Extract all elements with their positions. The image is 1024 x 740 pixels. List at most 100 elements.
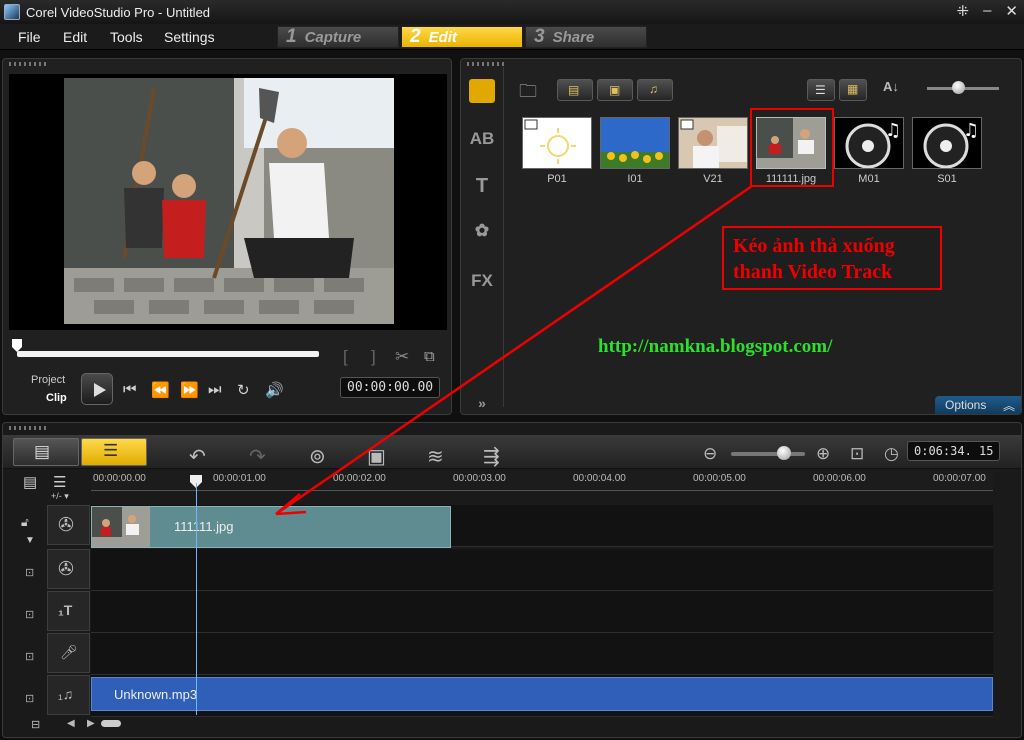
scissors-icon[interactable]: ✂ [395, 347, 409, 367]
thumbnail-size-knob[interactable] [952, 81, 965, 94]
overlay-track-header[interactable]: ✇ [47, 549, 90, 589]
video-person-image [679, 118, 747, 168]
record-capture-icon[interactable]: ⊚ [309, 444, 326, 469]
sidebar-divider [503, 67, 504, 407]
next-frame-icon[interactable]: ⏩ [180, 381, 199, 399]
step-number: 2 [410, 26, 421, 47]
title-track[interactable] [91, 591, 993, 633]
repeat-icon[interactable]: ↻ [237, 381, 250, 399]
scrubber-track[interactable] [17, 351, 319, 357]
ruler-label: 00:00:01.00 [213, 473, 266, 484]
timeline-ruler[interactable]: 00:00:00.00 00:00:01.00 00:00:02.00 00:0… [91, 471, 993, 491]
mix-icon[interactable]: ▣ [367, 444, 386, 469]
track-lock-icon[interactable]: ⊡ [25, 650, 34, 663]
zoom-slider[interactable] [731, 452, 805, 456]
list-view-button[interactable]: ☰ [807, 79, 835, 101]
overlay-track[interactable] [91, 549, 993, 591]
ruler-label: 00:00:04.00 [573, 473, 626, 484]
track-lock-icon[interactable]: ⊡ [25, 608, 34, 621]
ruler-label: 00:00:05.00 [693, 473, 746, 484]
library-thumbnail[interactable]: ♫ [834, 117, 904, 169]
scroll-right-icon[interactable]: ▶ [87, 718, 95, 729]
library-thumbnail[interactable] [522, 117, 592, 169]
ruler-label: 00:00:00.00 [93, 473, 146, 484]
app-icon [4, 4, 20, 20]
menu-tools[interactable]: Tools [110, 29, 143, 45]
video-track-header[interactable]: ✇ [47, 505, 90, 545]
library-thumbnail[interactable] [600, 117, 670, 169]
filter-icon[interactable]: FX [469, 271, 495, 295]
menu-settings[interactable]: Settings [164, 29, 215, 45]
scroll-left-icon[interactable]: ◀ [67, 718, 75, 729]
close-button[interactable]: ✕ [1005, 2, 1018, 20]
microphone-icon: 🎤︎ [60, 644, 78, 660]
horizontal-scrollbar[interactable] [101, 720, 121, 727]
step-edit-tab[interactable]: 2 Edit [401, 26, 523, 48]
zoom-in-icon[interactable]: ⊕ [816, 444, 830, 464]
zoom-knob[interactable] [777, 446, 791, 460]
voice-track-header[interactable]: 🎤︎ [47, 633, 90, 673]
title-icon[interactable]: T [469, 175, 495, 199]
step-share-tab[interactable]: 3 Share [525, 26, 647, 48]
settings-dots-icon[interactable]: ⁜ [957, 2, 970, 20]
library-thumbnail[interactable] [678, 117, 748, 169]
track-manager-icon[interactable]: ▤ [23, 473, 37, 491]
menu-file[interactable]: File [18, 29, 41, 45]
storyboard-view-button[interactable]: ▤ [13, 438, 79, 466]
photo-thumbnail-image [757, 118, 825, 168]
options-button[interactable]: Options ︽ [935, 396, 1021, 414]
project-mode-label[interactable]: Project [31, 374, 65, 386]
volume-icon[interactable]: 🔊 [265, 381, 284, 399]
audio-clip[interactable]: Unknown.mp3 [91, 677, 993, 711]
end-icon[interactable]: ⏭ [208, 381, 222, 398]
batch-convert-icon[interactable]: ⇶ [483, 444, 500, 469]
redo-icon[interactable]: ↷ [249, 444, 266, 469]
preview-timecode[interactable]: 00:00:00.00 [340, 377, 441, 398]
undo-icon[interactable]: ↶ [189, 444, 206, 469]
grid-icon: ▦ [847, 82, 859, 96]
panel-grip[interactable] [467, 62, 507, 66]
show-photos-button[interactable]: ▣ [597, 79, 633, 101]
sunflower-field-image [601, 118, 669, 168]
minimize-button[interactable]: – [983, 2, 991, 20]
show-audio-button[interactable]: ♫ [637, 79, 673, 101]
step-capture-tab[interactable]: 1 Capture [277, 26, 399, 48]
panel-grip[interactable] [9, 62, 49, 66]
audio-wave-icon[interactable]: ≋ [427, 444, 444, 469]
add-remove-icon[interactable]: +/- ▾ [51, 491, 69, 502]
timeline-view-button[interactable]: ☰ [81, 438, 147, 466]
library-thumbnail[interactable]: ♫ [912, 117, 982, 169]
show-videos-button[interactable]: ▤ [557, 79, 593, 101]
home-icon[interactable]: ⏮ [123, 381, 137, 398]
zoom-out-icon[interactable]: ⊖ [703, 444, 717, 464]
clip-mode-label[interactable]: Clip [46, 392, 67, 404]
enlarge-icon[interactable]: ⧉ [424, 348, 435, 365]
video-clip[interactable]: 111111.jpg [91, 506, 451, 548]
mark-out-icon[interactable]: ] [371, 347, 376, 367]
folder-icon[interactable]: 🗀 [519, 79, 537, 109]
collapse-arrow-icon[interactable]: ▼ [25, 535, 35, 546]
annotation-line: thanh Video Track [733, 261, 893, 283]
play-button[interactable] [81, 373, 113, 405]
menu-edit[interactable]: Edit [63, 29, 87, 45]
previous-frame-icon[interactable]: ⏪ [151, 381, 170, 399]
project-fit-icon[interactable]: ⊟ [31, 718, 40, 731]
lock-all-icon[interactable]: 🔓︎ [21, 515, 29, 530]
title-track-header[interactable]: ₁T [47, 591, 90, 631]
fit-project-icon[interactable]: ⊡ [850, 444, 864, 464]
sort-icon[interactable]: A↓ [883, 79, 899, 94]
track-lock-icon[interactable]: ⊡ [25, 566, 34, 579]
thumbnail-view-button[interactable]: ▦ [839, 79, 867, 101]
transition-icon[interactable]: AB [469, 129, 495, 153]
graphic-icon[interactable]: ✿ [469, 221, 495, 245]
expand-icon[interactable]: » [469, 395, 495, 419]
mark-in-icon[interactable]: [ [343, 347, 348, 367]
voice-track[interactable] [91, 633, 993, 675]
media-library-icon[interactable] [469, 79, 495, 103]
music-track-header[interactable]: ₁♫ [47, 675, 90, 715]
library-thumbnail-selected[interactable] [756, 117, 826, 169]
chapter-list-icon[interactable]: ☰ [53, 473, 66, 491]
title-bar: Corel VideoStudio Pro - Untitled ⁜ – ✕ [0, 0, 1024, 24]
track-lock-icon[interactable]: ⊡ [25, 692, 34, 705]
panel-grip[interactable] [9, 426, 49, 430]
